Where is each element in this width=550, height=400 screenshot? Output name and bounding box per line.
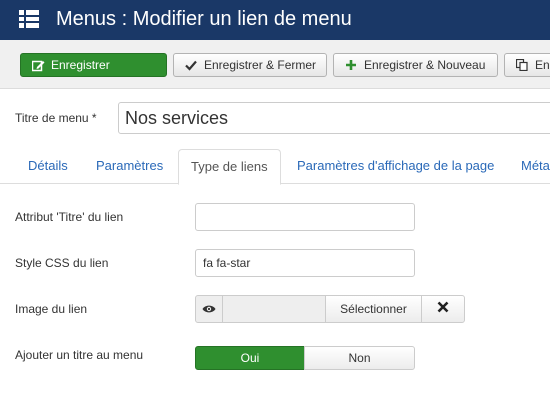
css-style-label: Style CSS du lien bbox=[15, 256, 109, 270]
save-new-label: Enregistrer & Nouveau bbox=[364, 58, 486, 72]
tab-metadata[interactable]: Méta bbox=[521, 149, 550, 184]
tab-bar: Détails Paramètres Type de liens Paramèt… bbox=[0, 149, 550, 185]
check-icon bbox=[184, 58, 198, 72]
edit-icon bbox=[31, 58, 45, 72]
save-new-button[interactable]: Enregistrer & Nouveau bbox=[333, 53, 498, 77]
save-close-label: Enregistrer & Fermer bbox=[204, 58, 317, 72]
tab-parameters[interactable]: Paramètres bbox=[96, 149, 163, 184]
tab-details[interactable]: Détails bbox=[28, 149, 68, 184]
title-attr-label: Attribut 'Titre' du lien bbox=[15, 210, 124, 224]
css-style-input[interactable]: fa fa-star bbox=[195, 249, 415, 277]
menu-heading-toggle: Oui Non bbox=[195, 346, 415, 370]
select-image-button[interactable]: Sélectionner bbox=[325, 295, 422, 323]
save-button[interactable]: Enregistrer bbox=[20, 53, 167, 77]
link-image-field: Sélectionner bbox=[195, 295, 465, 323]
save-close-button[interactable]: Enregistrer & Fermer bbox=[173, 53, 327, 77]
page-header: Menus : Modifier un lien de menu bbox=[0, 0, 550, 40]
copy-icon bbox=[515, 58, 529, 72]
menu-heading-label: Ajouter un titre au menu bbox=[15, 348, 144, 362]
link-image-label: Image du lien bbox=[15, 302, 88, 316]
toggle-no-button[interactable]: Non bbox=[304, 346, 415, 370]
eye-icon[interactable] bbox=[195, 295, 223, 323]
tab-page-display[interactable]: Paramètres d'affichage de la page bbox=[297, 149, 494, 184]
clear-image-button[interactable] bbox=[421, 295, 465, 323]
image-path-display bbox=[222, 295, 326, 323]
plus-icon bbox=[344, 58, 358, 72]
tab-link-type[interactable]: Type de liens bbox=[178, 149, 281, 185]
toolbar: Enregistrer Enregistrer & Fermer Enregis… bbox=[0, 40, 550, 89]
menu-title-label: Titre de menu * bbox=[15, 111, 97, 125]
save-copy-button[interactable]: En bbox=[504, 53, 550, 77]
title-attr-input[interactable] bbox=[195, 203, 415, 231]
toggle-yes-button[interactable]: Oui bbox=[195, 346, 305, 370]
menu-title-input[interactable]: Nos services bbox=[118, 102, 550, 134]
page-title: Menus : Modifier un lien de menu bbox=[56, 8, 352, 30]
close-icon bbox=[437, 300, 449, 318]
save-copy-label: En bbox=[535, 58, 550, 72]
save-label: Enregistrer bbox=[51, 58, 110, 72]
list-icon bbox=[19, 10, 39, 28]
